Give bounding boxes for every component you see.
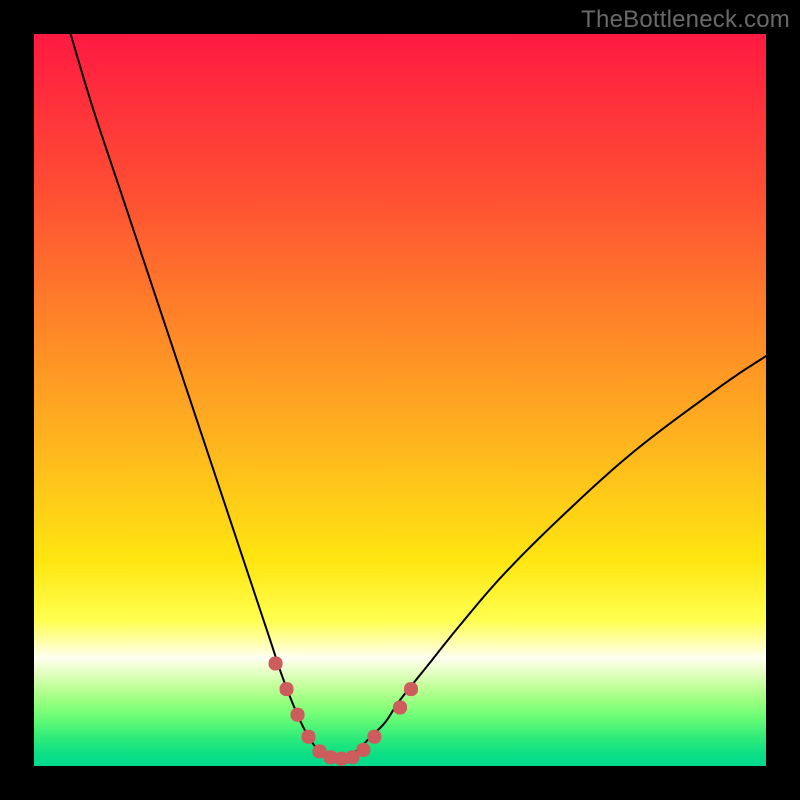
marker-point: [393, 700, 407, 714]
plot-area: [34, 34, 766, 766]
markers-group: [269, 657, 418, 766]
marker-point: [302, 730, 316, 744]
marker-point: [291, 708, 305, 722]
marker-point: [269, 657, 283, 671]
chart-frame: TheBottleneck.com: [0, 0, 800, 800]
curve-group: [71, 34, 766, 760]
marker-point: [404, 682, 418, 696]
bottleneck-curve-path: [71, 34, 766, 760]
source-watermark: TheBottleneck.com: [581, 6, 790, 34]
marker-point: [356, 743, 370, 757]
marker-point: [280, 682, 294, 696]
marker-point: [367, 730, 381, 744]
curve-svg: [34, 34, 766, 766]
